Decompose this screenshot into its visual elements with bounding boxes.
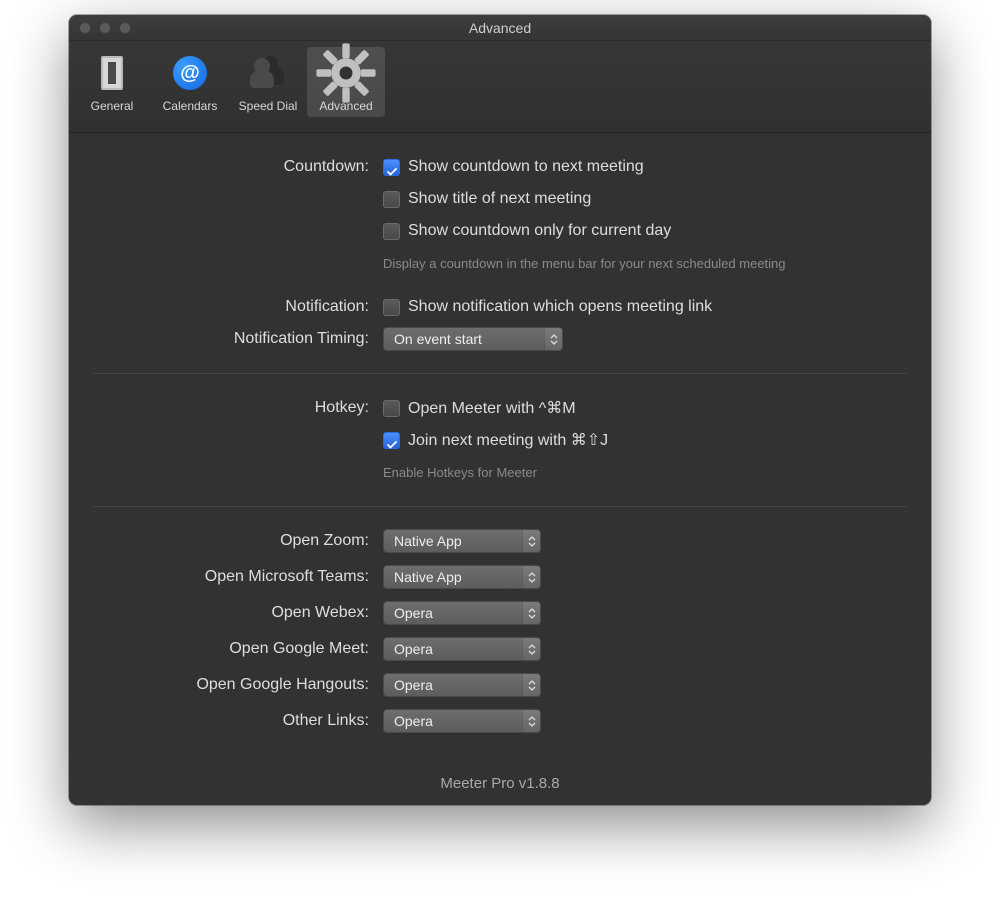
show-countdown-label: Show countdown to next meeting bbox=[408, 158, 644, 176]
open-zoom-select[interactable]: Native App bbox=[383, 529, 541, 553]
tab-calendars[interactable]: @ Calendars bbox=[151, 47, 229, 117]
chevrons-icon bbox=[522, 566, 540, 588]
open-teams-value: Native App bbox=[384, 569, 476, 585]
calendars-icon: @ bbox=[153, 53, 227, 93]
tab-advanced-label: Advanced bbox=[309, 99, 383, 113]
show-notification-checkbox[interactable] bbox=[383, 299, 400, 316]
show-countdown-checkbox[interactable] bbox=[383, 159, 400, 176]
preferences-window: Advanced General @ Calendars Speed Dial bbox=[69, 15, 931, 805]
tab-speed-dial-label: Speed Dial bbox=[231, 99, 305, 113]
version-label: Meeter Pro v1.8.8 bbox=[93, 775, 907, 792]
titlebar: Advanced bbox=[69, 15, 931, 41]
notification-timing-label: Notification Timing: bbox=[93, 330, 373, 348]
open-hangouts-select[interactable]: Opera bbox=[383, 673, 541, 697]
open-hangouts-label: Open Google Hangouts: bbox=[93, 676, 373, 694]
open-webex-label: Open Webex: bbox=[93, 604, 373, 622]
open-zoom-value: Native App bbox=[384, 533, 476, 549]
other-links-value: Opera bbox=[384, 713, 447, 729]
countdown-hint: Display a countdown in the menu bar for … bbox=[383, 256, 907, 271]
divider bbox=[93, 373, 907, 374]
show-title-checkbox[interactable] bbox=[383, 191, 400, 208]
chevrons-icon bbox=[522, 530, 540, 552]
tab-advanced[interactable]: Advanced bbox=[307, 47, 385, 117]
join-next-hotkey-checkbox[interactable] bbox=[383, 432, 400, 449]
tab-speed-dial[interactable]: Speed Dial bbox=[229, 47, 307, 117]
show-current-day-label: Show countdown only for current day bbox=[408, 222, 671, 240]
open-meet-select[interactable]: Opera bbox=[383, 637, 541, 661]
open-teams-label: Open Microsoft Teams: bbox=[93, 568, 373, 586]
chevrons-icon bbox=[522, 710, 540, 732]
tab-general-label: General bbox=[75, 99, 149, 113]
chevrons-icon bbox=[522, 674, 540, 696]
divider bbox=[93, 506, 907, 507]
gear-icon bbox=[309, 53, 383, 93]
toolbar: General @ Calendars Speed Dial bbox=[69, 41, 931, 133]
hotkey-hint: Enable Hotkeys for Meeter bbox=[383, 465, 907, 480]
content: Countdown: Show countdown to next meetin… bbox=[69, 133, 931, 805]
open-meet-value: Opera bbox=[384, 641, 447, 657]
other-links-select[interactable]: Opera bbox=[383, 709, 541, 733]
open-zoom-label: Open Zoom: bbox=[93, 532, 373, 550]
show-notification-label: Show notification which opens meeting li… bbox=[408, 298, 712, 316]
join-next-hotkey-label: Join next meeting with ⌘⇧J bbox=[408, 430, 608, 450]
open-hangouts-value: Opera bbox=[384, 677, 447, 693]
countdown-label: Countdown: bbox=[93, 158, 373, 176]
speed-dial-icon bbox=[231, 53, 305, 93]
show-title-label: Show title of next meeting bbox=[408, 190, 591, 208]
chevrons-icon bbox=[522, 602, 540, 624]
notification-label: Notification: bbox=[93, 298, 373, 316]
open-meet-label: Open Google Meet: bbox=[93, 640, 373, 658]
chevrons-icon bbox=[544, 328, 562, 350]
notification-timing-select[interactable]: On event start bbox=[383, 327, 563, 351]
notification-timing-value: On event start bbox=[384, 331, 496, 347]
open-webex-value: Opera bbox=[384, 605, 447, 621]
open-webex-select[interactable]: Opera bbox=[383, 601, 541, 625]
open-meeter-hotkey-checkbox[interactable] bbox=[383, 400, 400, 417]
other-links-label: Other Links: bbox=[93, 712, 373, 730]
window-title: Advanced bbox=[69, 20, 931, 36]
show-current-day-checkbox[interactable] bbox=[383, 223, 400, 240]
hotkey-label: Hotkey: bbox=[93, 399, 373, 417]
tab-general[interactable]: General bbox=[73, 47, 151, 117]
open-meeter-hotkey-label: Open Meeter with ^⌘M bbox=[408, 398, 576, 418]
open-teams-select[interactable]: Native App bbox=[383, 565, 541, 589]
general-icon bbox=[75, 53, 149, 93]
tab-calendars-label: Calendars bbox=[153, 99, 227, 113]
chevrons-icon bbox=[522, 638, 540, 660]
